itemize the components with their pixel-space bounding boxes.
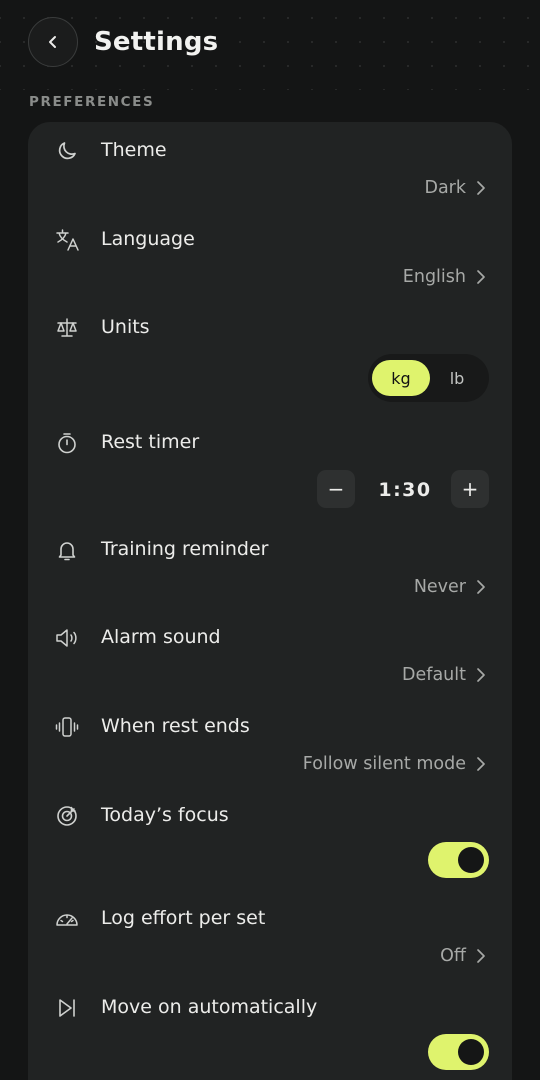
header: Settings	[28, 17, 218, 67]
scale-icon	[54, 315, 80, 341]
chevron-right-icon	[477, 949, 485, 963]
setting-value-text: Follow silent mode	[302, 754, 466, 774]
setting-value[interactable]: English	[403, 264, 486, 290]
translate-icon	[54, 227, 80, 253]
target-icon	[54, 803, 80, 829]
setting-value[interactable]: Dark	[424, 175, 486, 201]
chevron-right-icon	[477, 668, 485, 682]
chevron-right-icon	[477, 181, 485, 195]
gauge-icon	[54, 906, 80, 932]
setting-value[interactable]: Follow silent mode	[303, 751, 486, 777]
moon-icon	[54, 138, 80, 164]
setting-value[interactable]: Off	[440, 943, 486, 969]
units-option-kg[interactable]: kg	[372, 360, 430, 396]
setting-value-text: Default	[402, 665, 466, 685]
setting-value-text: Never	[413, 577, 466, 597]
setting-value-text: English	[402, 267, 466, 287]
stopwatch-icon	[54, 430, 80, 456]
setting-label: Language	[101, 228, 195, 250]
toggle-knob	[458, 1039, 484, 1065]
page-title: Settings	[94, 27, 219, 57]
setting-label: Move on automatically	[101, 996, 318, 1018]
back-button[interactable]	[28, 17, 78, 67]
setting-value[interactable]: Default	[402, 662, 486, 688]
rest-timer-increment-button[interactable]: +	[451, 470, 489, 508]
setting-label: Training reminder	[101, 538, 269, 560]
chevron-right-icon	[477, 270, 485, 284]
todays-focus-toggle[interactable]	[428, 842, 489, 878]
setting-value[interactable]: Never	[414, 574, 486, 600]
setting-label: Theme	[101, 139, 167, 161]
units-segmented-control: kg lb	[368, 354, 489, 402]
setting-label: Rest timer	[101, 431, 200, 453]
setting-label: When rest ends	[101, 715, 250, 737]
bell-icon	[54, 537, 80, 563]
setting-value-text: Off	[440, 946, 466, 966]
chevron-left-icon	[49, 36, 56, 48]
speaker-icon	[54, 625, 80, 651]
rest-timer-decrement-button[interactable]: −	[317, 470, 355, 508]
chevron-right-icon	[477, 580, 485, 594]
setting-label: Units	[101, 316, 150, 338]
vibrate-icon	[54, 714, 80, 740]
toggle-knob	[458, 847, 484, 873]
chevron-right-icon	[477, 757, 485, 771]
section-label-preferences: PREFERENCES	[29, 94, 155, 110]
setting-value-text: Dark	[424, 178, 466, 198]
rest-timer-value: 1:30	[378, 479, 432, 501]
setting-label: Today’s focus	[101, 804, 229, 826]
setting-label: Log effort per set	[101, 907, 266, 929]
units-option-lb[interactable]: lb	[428, 360, 486, 396]
skip-next-icon	[54, 995, 80, 1021]
setting-label: Alarm sound	[101, 626, 221, 648]
move-on-automatically-toggle[interactable]	[428, 1034, 489, 1070]
